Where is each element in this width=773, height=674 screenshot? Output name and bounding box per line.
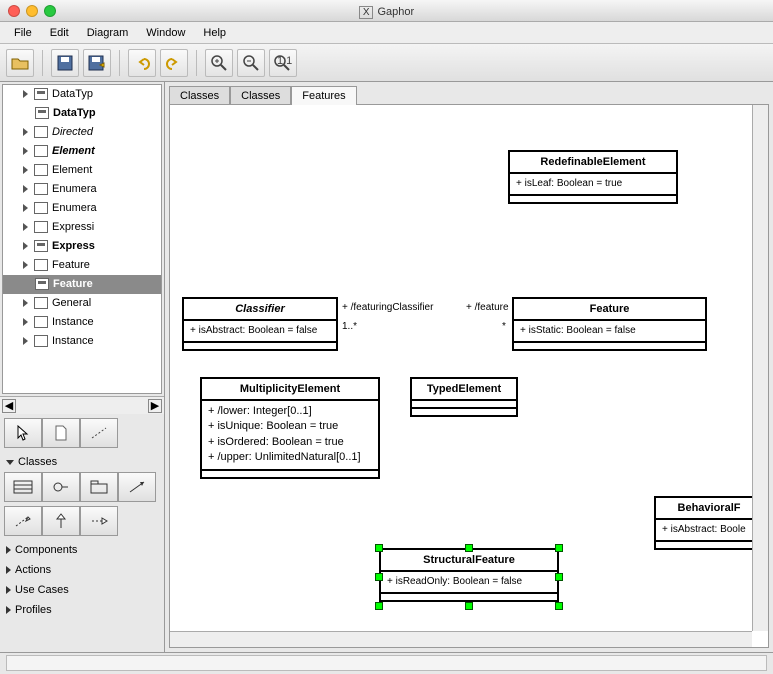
scroll-right-icon[interactable]: ▶ — [148, 399, 162, 413]
zoom-in-button[interactable] — [205, 49, 233, 77]
toolbar: 1:1 — [0, 44, 773, 82]
menu-file[interactable]: File — [6, 25, 40, 41]
diagram-tab[interactable]: Features — [291, 86, 356, 105]
palette-components-header[interactable]: Components — [4, 540, 160, 560]
tree-item[interactable]: Instance — [3, 332, 161, 351]
window-title: XGaphor — [0, 4, 773, 18]
tree-item[interactable]: Directed — [3, 123, 161, 142]
selection-handle[interactable] — [465, 544, 473, 552]
selection-handle[interactable] — [375, 573, 383, 581]
selection-handle[interactable] — [375, 602, 383, 610]
tree-item[interactable]: Instance — [3, 313, 161, 332]
assoc-label-right: + /feature — [466, 302, 509, 313]
canvas-wrap: + /featuringClassifier + /feature 1..* *… — [169, 104, 769, 648]
palette-actions-header[interactable]: Actions — [4, 560, 160, 580]
tree-item[interactable]: DataTyp — [3, 85, 161, 104]
selection-handle[interactable] — [375, 544, 383, 552]
titlebar: XGaphor — [0, 0, 773, 22]
assoc-label-left: + /featuringClassifier — [342, 302, 433, 313]
tree-item[interactable]: Enumera — [3, 180, 161, 199]
class-icon — [34, 126, 48, 138]
class-icon — [34, 240, 48, 252]
pointer-tool[interactable] — [4, 418, 42, 448]
palette-usecases-header[interactable]: Use Cases — [4, 580, 160, 600]
class-icon — [35, 107, 49, 119]
class-icon — [34, 297, 48, 309]
tree-hscroll[interactable]: ◀ ▶ — [0, 396, 164, 414]
diagram-tab[interactable]: Classes — [230, 86, 291, 105]
selection-handle[interactable] — [555, 573, 563, 581]
uml-redefinable-element[interactable]: RedefinableElement + isLeaf: Boolean = t… — [508, 150, 678, 204]
statusbar — [0, 652, 773, 674]
line-tool[interactable] — [80, 418, 118, 448]
selection-handle[interactable] — [555, 544, 563, 552]
class-icon — [34, 145, 48, 157]
tree-item[interactable]: Element — [3, 161, 161, 180]
dependency-tool[interactable] — [4, 506, 42, 536]
scroll-left-icon[interactable]: ◀ — [2, 399, 16, 413]
selection-handle[interactable] — [555, 602, 563, 610]
canvas-vscroll[interactable] — [752, 105, 768, 631]
sidebar: DataTypDataTypDirectedElementElementEnum… — [0, 82, 165, 652]
class-tool[interactable] — [4, 472, 42, 502]
menu-edit[interactable]: Edit — [42, 25, 77, 41]
tree-item[interactable]: Feature — [3, 275, 161, 294]
tree-item[interactable]: Enumera — [3, 199, 161, 218]
undo-button[interactable] — [128, 49, 156, 77]
diagram-canvas[interactable]: + /featuringClassifier + /feature 1..* *… — [170, 105, 752, 631]
uml-classifier[interactable]: Classifier + isAbstract: Boolean = false — [182, 297, 338, 351]
menu-help[interactable]: Help — [195, 25, 234, 41]
assoc-card-left: 1..* — [342, 321, 357, 332]
zoom-out-button[interactable] — [237, 49, 265, 77]
tree-item[interactable]: Feature — [3, 256, 161, 275]
connections — [170, 105, 470, 255]
uml-behavioral-feature[interactable]: BehavioralF + isAbstract: Boole — [654, 496, 752, 550]
selection-handle[interactable] — [465, 602, 473, 610]
palette-classes-header[interactable]: Classes — [4, 452, 160, 472]
tree-item[interactable]: Express — [3, 237, 161, 256]
class-icon — [34, 316, 48, 328]
new-element-tool[interactable] — [42, 418, 80, 448]
tree-view[interactable]: DataTypDataTypDirectedElementElementEnum… — [2, 84, 162, 394]
redo-button[interactable] — [160, 49, 188, 77]
tree-item[interactable]: Element — [3, 142, 161, 161]
diagram-tabs: ClassesClassesFeatures — [165, 82, 773, 104]
save-button[interactable] — [51, 49, 79, 77]
tree-item[interactable]: General — [3, 294, 161, 313]
class-icon — [35, 278, 49, 290]
class-icon — [34, 335, 48, 347]
class-icon — [34, 183, 48, 195]
diagram-tab[interactable]: Classes — [169, 86, 230, 105]
menu-window[interactable]: Window — [138, 25, 193, 41]
realization-tool[interactable] — [80, 506, 118, 536]
palette: Classes Components Actions Use Cases Pro… — [0, 414, 164, 652]
class-icon — [34, 164, 48, 176]
assoc-card-right: * — [502, 321, 506, 332]
tree-item[interactable]: Expressi — [3, 218, 161, 237]
package-tool[interactable] — [80, 472, 118, 502]
zoom-reset-button[interactable]: 1:1 — [269, 49, 297, 77]
canvas-hscroll[interactable] — [170, 631, 752, 647]
save-as-button[interactable] — [83, 49, 111, 77]
svg-text:1:1: 1:1 — [277, 55, 292, 67]
class-icon — [34, 88, 48, 100]
open-button[interactable] — [6, 49, 34, 77]
tree-item[interactable]: DataTyp — [3, 104, 161, 123]
palette-profiles-header[interactable]: Profiles — [4, 600, 160, 620]
uml-typed-element[interactable]: TypedElement — [410, 377, 518, 417]
menubar: File Edit Diagram Window Help — [0, 22, 773, 44]
uml-multiplicity-element[interactable]: MultiplicityElement + /lower: Integer[0.… — [200, 377, 380, 479]
association-tool[interactable] — [118, 472, 156, 502]
interface-tool[interactable] — [42, 472, 80, 502]
class-icon — [34, 221, 48, 233]
uml-feature[interactable]: Feature + isStatic: Boolean = false — [512, 297, 707, 351]
uml-structural-feature[interactable]: StructuralFeature + isReadOnly: Boolean … — [379, 548, 559, 602]
class-icon — [34, 259, 48, 271]
class-icon — [34, 202, 48, 214]
menu-diagram[interactable]: Diagram — [79, 25, 137, 41]
generalization-tool[interactable] — [42, 506, 80, 536]
